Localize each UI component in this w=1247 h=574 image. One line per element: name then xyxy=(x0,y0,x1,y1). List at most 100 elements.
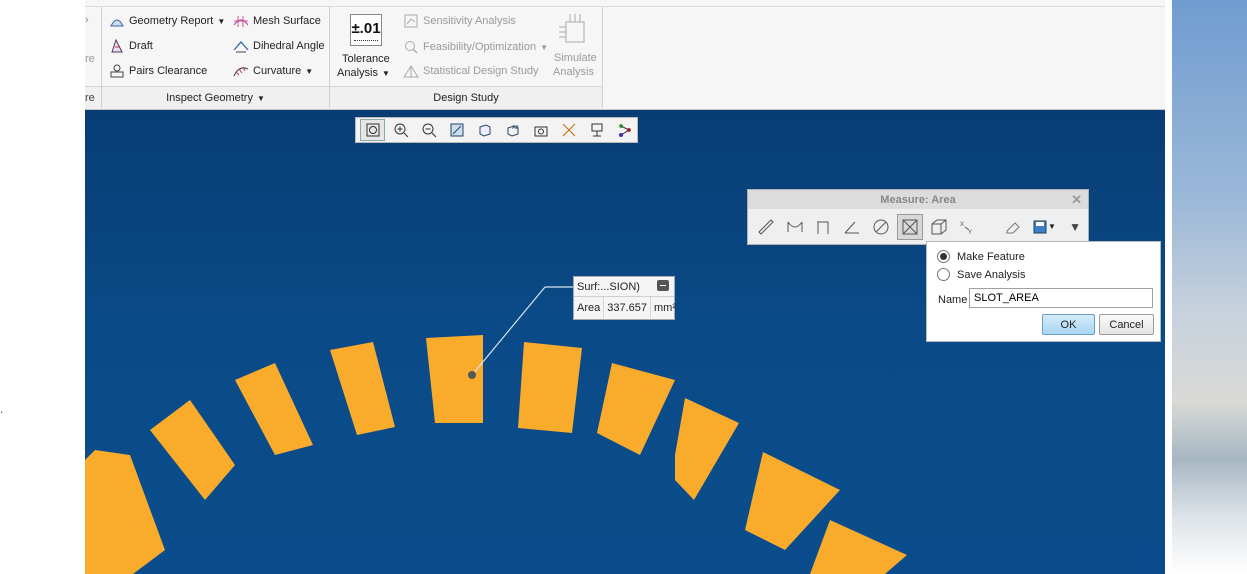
saved-orientations-icon: AB xyxy=(507,125,519,137)
chevron-down-icon: ▼ xyxy=(256,93,265,103)
display-style-icon xyxy=(479,124,490,137)
feasibility-optimization-button[interactable]: Feasibility/Optimization ▼ xyxy=(403,39,548,55)
tolerance-analysis-icon[interactable]: ±.01 xyxy=(350,14,382,46)
area-icon xyxy=(902,219,918,234)
ribbon-cut-label-top: re xyxy=(85,53,95,65)
graphics-viewport[interactable] xyxy=(85,110,1165,574)
left-desktop-strip: . xyxy=(0,0,85,574)
sensitivity-icon xyxy=(404,14,418,28)
display-style-button[interactable] xyxy=(472,119,497,141)
zoom-out-button[interactable] xyxy=(416,119,441,141)
tolerance-icon: ±.01 xyxy=(350,14,382,46)
curvature-button[interactable]: Curvature ▼ xyxy=(233,63,313,79)
slot-3 xyxy=(235,363,313,455)
save-button[interactable]: ▼ xyxy=(1029,214,1060,240)
cancel-button[interactable]: Cancel xyxy=(1099,314,1154,335)
ok-button[interactable]: OK xyxy=(1042,314,1095,335)
simulate-label-line1[interactable]: Simulate xyxy=(554,52,597,64)
make-feature-radio[interactable] xyxy=(937,250,950,263)
svg-text:AB: AB xyxy=(512,125,519,131)
tolerance-label-line2: Analysis xyxy=(337,67,378,79)
clear-button[interactable] xyxy=(1000,214,1026,240)
slot-5 xyxy=(426,335,483,423)
transform-icon: XY xyxy=(960,222,972,236)
refit-button[interactable] xyxy=(360,119,385,141)
annotation-display-button[interactable] xyxy=(584,119,609,141)
datum-display-button[interactable] xyxy=(556,119,581,141)
inspect-geometry-group-label: Inspect Geometry xyxy=(166,92,253,104)
collapse-icon[interactable] xyxy=(657,280,669,291)
save-analysis-label: Save Analysis xyxy=(957,268,1026,281)
zoom-in-icon xyxy=(394,123,408,138)
draft-button[interactable]: Draft xyxy=(109,38,153,54)
chevron-down-icon: ▼ xyxy=(540,42,549,52)
zoom-in-button[interactable] xyxy=(388,119,413,141)
close-icon[interactable]: ✕ xyxy=(1071,192,1082,208)
pick-point xyxy=(468,371,476,379)
chevron-down-icon: ▼ xyxy=(217,16,226,26)
inspect-geometry-group[interactable]: Inspect Geometry ▼ xyxy=(102,86,329,109)
annotation-display-icon xyxy=(591,123,602,137)
measure-dialog-title: Measure: Area xyxy=(880,193,956,206)
saved-orientations-button[interactable]: AB xyxy=(500,119,525,141)
simulate-label-line2[interactable]: Analysis xyxy=(553,66,594,78)
save-analysis-popup: Make Feature Save Analysis Name OK Cance… xyxy=(926,241,1161,342)
geometry-report-label: Geometry Report xyxy=(129,15,214,27)
make-feature-option[interactable]: Make Feature xyxy=(937,250,1025,263)
feasibility-label: Feasibility/Optimization xyxy=(423,41,537,53)
measure-dialog-titlebar[interactable]: Measure: Area ✕ xyxy=(748,190,1088,209)
measure-dialog: Measure: Area ✕ XY ▼ ▼ xyxy=(747,189,1089,245)
ribbon-scroll-arrow[interactable]: › xyxy=(85,14,89,26)
angle-icon xyxy=(844,221,860,233)
make-feature-label: Make Feature xyxy=(957,250,1025,263)
slot-8 xyxy=(675,398,739,500)
callout-unit: mm² xyxy=(654,301,677,314)
slot-4 xyxy=(330,342,395,435)
measure-callout[interactable]: Surf:...SION) Area 337.657 mm² xyxy=(573,276,676,320)
measure-angle-button[interactable] xyxy=(811,214,837,240)
measure-distance-button[interactable] xyxy=(782,214,808,240)
volume-icon xyxy=(931,219,947,234)
chevron-down-icon: ▼ xyxy=(1047,222,1056,231)
repaint-button[interactable] xyxy=(444,119,469,141)
callout-header: Surf:...SION) xyxy=(574,277,674,297)
svg-text:X: X xyxy=(960,222,964,228)
geometry-report-button[interactable]: Geometry Report ▼ xyxy=(109,13,225,29)
simulate-analysis-icon[interactable] xyxy=(557,12,591,46)
tolerance-label-line1[interactable]: Tolerance xyxy=(342,53,390,65)
chevron-down-icon: ▼ xyxy=(305,66,314,76)
measure-angle2-button[interactable] xyxy=(839,214,865,240)
ruler-icon xyxy=(758,218,774,235)
save-analysis-option[interactable]: Save Analysis xyxy=(937,268,1025,281)
expand-dialog-button[interactable]: ▼ xyxy=(1062,214,1088,240)
save-analysis-radio[interactable] xyxy=(937,268,950,281)
sensitivity-analysis-button[interactable]: Sensitivity Analysis xyxy=(403,13,516,29)
tolerance-analysis-button[interactable]: Analysis ▼ xyxy=(337,67,390,79)
slot-1 xyxy=(85,450,165,574)
pairs-clearance-button[interactable]: Pairs Clearance xyxy=(109,63,207,79)
dihedral-angle-label: Dihedral Angle xyxy=(253,40,325,52)
tolerance-ruler xyxy=(354,37,378,41)
curvature-label: Curvature xyxy=(253,65,302,77)
mesh-surface-icon xyxy=(233,16,249,27)
pairs-clearance-label: Pairs Clearance xyxy=(129,65,208,77)
name-input[interactable] xyxy=(969,288,1153,308)
view-manager-button[interactable] xyxy=(528,119,553,141)
measure-volume-button[interactable] xyxy=(926,214,952,240)
ribbon-top-line xyxy=(85,6,1165,7)
repaint-icon xyxy=(450,123,463,137)
mesh-surface-label: Mesh Surface xyxy=(253,15,321,27)
dihedral-angle-button[interactable]: Dihedral Angle xyxy=(233,38,325,54)
slot-10 xyxy=(810,520,907,574)
slot-7 xyxy=(597,363,675,455)
measure-length-button[interactable] xyxy=(753,214,779,240)
spin-center-button[interactable] xyxy=(612,119,637,141)
statistical-design-study-button[interactable]: Statistical Design Study xyxy=(403,63,539,79)
measure-diameter-button[interactable] xyxy=(868,214,894,240)
measure-transform-button[interactable]: XY xyxy=(955,214,981,240)
save-icon xyxy=(1033,220,1047,233)
name-label: Name xyxy=(938,294,968,306)
measure-tools: XY ▼ ▼ xyxy=(748,209,1088,244)
measure-area-button[interactable] xyxy=(897,213,923,240)
mesh-surface-button[interactable]: Mesh Surface xyxy=(233,13,321,29)
